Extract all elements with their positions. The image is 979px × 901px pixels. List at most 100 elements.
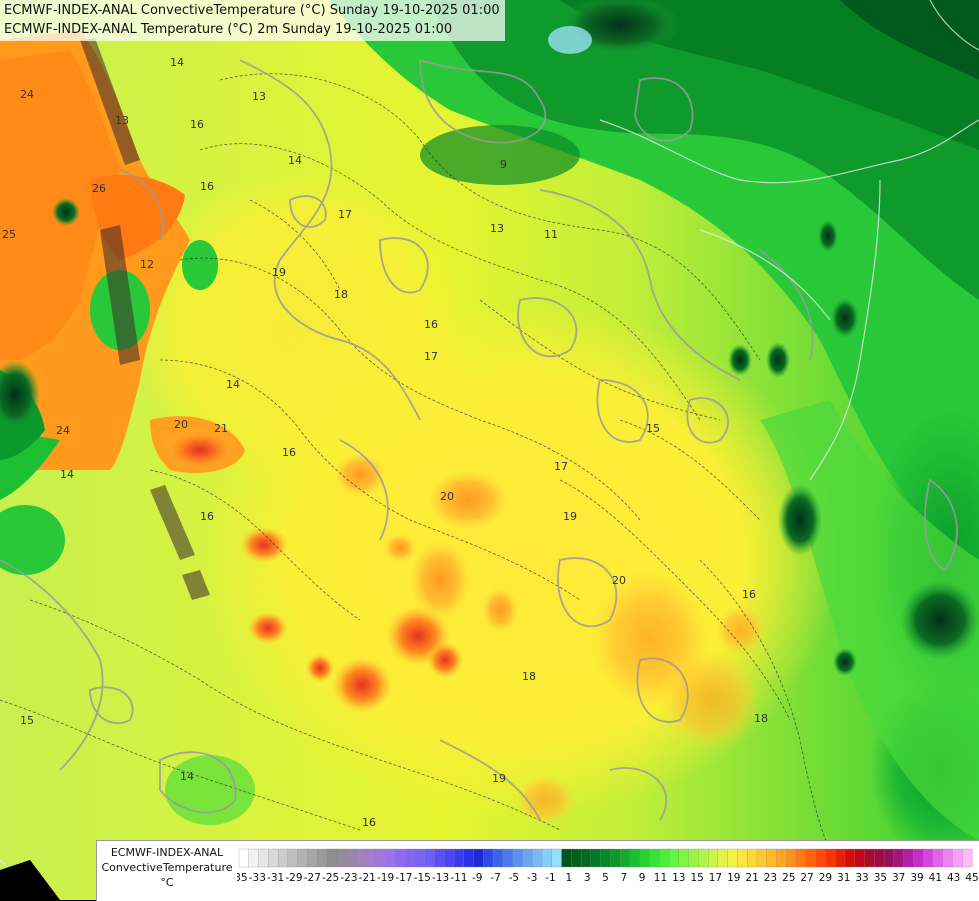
legend-swatch <box>483 848 494 868</box>
contour-label: 20 <box>174 418 188 431</box>
legend-tick-label: 27 <box>800 872 813 884</box>
contour-label: 19 <box>563 510 577 523</box>
legend-swatch <box>932 848 944 868</box>
contour-label: 16 <box>190 118 204 131</box>
legend-tick-label: 21 <box>745 872 758 884</box>
contour-label: 12 <box>140 258 154 271</box>
legend-tick-label: 7 <box>620 872 627 884</box>
legend-tick-label: -23 <box>340 872 357 884</box>
legend-swatch <box>258 848 269 868</box>
contour-label: 13 <box>490 222 504 235</box>
legend-swatch <box>922 848 934 868</box>
legend-swatch <box>795 848 807 868</box>
legend-swatch <box>766 848 777 868</box>
legend-swatch <box>453 848 465 868</box>
legend-swatch <box>414 848 426 868</box>
legend-tick-label: -13 <box>432 872 449 884</box>
legend-swatch <box>962 848 973 868</box>
weather-map: 24 26 25 24 14 12 13 16 13 16 14 17 19 1… <box>0 0 979 900</box>
contour-label: 16 <box>742 588 756 601</box>
legend-swatch <box>756 848 768 868</box>
legend-swatch <box>668 848 680 868</box>
contour-label: 20 <box>440 490 454 503</box>
legend-swatch <box>952 848 963 868</box>
legend-swatch <box>522 848 533 868</box>
legend-tick-label: 13 <box>672 872 685 884</box>
legend-swatch <box>307 848 318 868</box>
legend-swatch <box>395 848 406 868</box>
legend-tick-label: 11 <box>654 872 667 884</box>
legend-swatch <box>835 848 846 868</box>
contour-label: 19 <box>272 266 286 279</box>
legend-tick-label: 41 <box>929 872 942 884</box>
legend-tick-label: 9 <box>639 872 646 884</box>
contour-label: 14 <box>288 154 302 167</box>
legend-swatch <box>375 848 387 868</box>
warm-spot <box>410 540 470 620</box>
legend-swatch <box>727 848 738 868</box>
legend-tick-label: -27 <box>304 872 321 884</box>
contour-label: 13 <box>115 114 129 127</box>
legend-swatch <box>561 848 572 868</box>
legend-tick-label: 19 <box>727 872 740 884</box>
legend-swatch <box>903 848 914 868</box>
legend-swatch <box>864 848 875 868</box>
legend-tick-label: 31 <box>837 872 850 884</box>
legend-title: ECMWF-INDEX-ANAL ConvectiveTemperature °… <box>97 845 237 890</box>
legend-swatch <box>776 848 787 868</box>
legend-tick-label: 3 <box>584 872 591 884</box>
legend-tick-label: -33 <box>249 872 266 884</box>
legend-swatch <box>688 848 699 868</box>
cold-spot <box>900 580 979 660</box>
legend-tick-label: -31 <box>267 872 284 884</box>
legend-tick-label: -11 <box>450 872 467 884</box>
legend-tick-label: 29 <box>819 872 832 884</box>
contour-label: 17 <box>424 350 438 363</box>
legend-tick-label: 45 <box>965 872 978 884</box>
legend-swatch <box>551 848 562 868</box>
legend-swatch <box>434 848 445 868</box>
warm-spot <box>482 588 518 632</box>
contour-label: 16 <box>200 510 214 523</box>
legend-swatch <box>717 848 729 868</box>
legend-swatch <box>786 848 797 868</box>
legend-tick-label: -19 <box>377 872 394 884</box>
title-line-convective: ECMWF-INDEX-ANAL ConvectiveTemperature (… <box>4 3 500 18</box>
warm-spot <box>384 534 416 562</box>
cold-spot <box>778 484 822 556</box>
legend-swatch <box>883 848 895 868</box>
legend-swatch <box>620 848 631 868</box>
contour-label: 19 <box>492 772 506 785</box>
color-legend: ECMWF-INDEX-ANAL ConvectiveTemperature °… <box>96 840 979 901</box>
cold-spot <box>548 26 592 54</box>
cold-spot <box>831 298 859 338</box>
legend-swatch <box>913 848 924 868</box>
legend-swatch <box>541 848 553 868</box>
legend-swatch <box>365 848 377 868</box>
contour-label: 16 <box>200 180 214 193</box>
legend-tick-label: -7 <box>490 872 500 884</box>
legend-swatch <box>737 848 748 868</box>
legend-swatch <box>336 848 347 868</box>
legend-tick-label: -35 <box>237 872 248 884</box>
legend-swatch <box>502 848 514 868</box>
legend-tick-label: 23 <box>764 872 777 884</box>
legend-swatch <box>277 848 289 868</box>
contour-label: 18 <box>522 670 536 683</box>
contour-label: 24 <box>56 424 70 437</box>
legend-swatch <box>678 848 690 868</box>
legend-swatch <box>590 848 602 868</box>
legend-swatch <box>610 848 621 868</box>
legend-swatch <box>659 848 670 868</box>
legend-swatch <box>698 848 709 868</box>
legend-unit: °C <box>160 876 174 889</box>
legend-tick-label: -15 <box>414 872 431 884</box>
contour-label: 16 <box>282 446 296 459</box>
legend-swatch <box>492 848 504 868</box>
legend-swatch <box>580 848 592 868</box>
title-line-temperature: ECMWF-INDEX-ANAL Temperature (°C) 2m Sun… <box>4 22 453 37</box>
contour-label: 25 <box>2 228 16 241</box>
hot-spot <box>306 654 334 682</box>
legend-swatch <box>385 848 396 868</box>
legend-tick-label: -1 <box>545 872 555 884</box>
